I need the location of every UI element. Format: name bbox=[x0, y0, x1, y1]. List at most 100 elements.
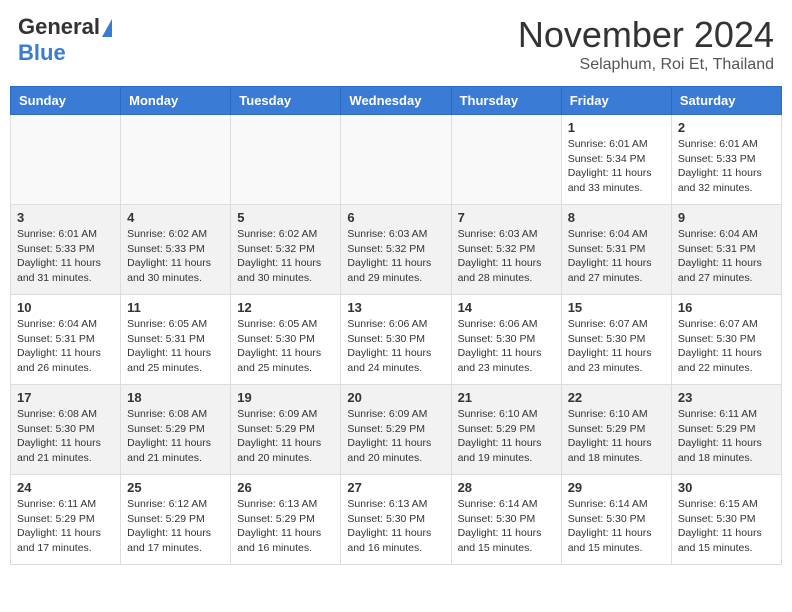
calendar-day-header: Wednesday bbox=[341, 87, 451, 115]
day-info: Sunrise: 6:01 AMSunset: 5:33 PMDaylight:… bbox=[678, 137, 775, 196]
calendar-day-cell bbox=[121, 115, 231, 205]
calendar-day-cell bbox=[451, 115, 561, 205]
day-number: 5 bbox=[237, 210, 334, 225]
day-info: Sunrise: 6:15 AMSunset: 5:30 PMDaylight:… bbox=[678, 497, 775, 556]
calendar-day-cell: 25 Sunrise: 6:12 AMSunset: 5:29 PMDayligh… bbox=[121, 475, 231, 565]
calendar-day-cell: 17 Sunrise: 6:08 AMSunset: 5:30 PMDayligh… bbox=[11, 385, 121, 475]
day-info: Sunrise: 6:05 AMSunset: 5:31 PMDaylight:… bbox=[127, 317, 224, 376]
calendar-week-row: 10 Sunrise: 6:04 AMSunset: 5:31 PMDayligh… bbox=[11, 295, 782, 385]
calendar-day-header: Tuesday bbox=[231, 87, 341, 115]
calendar-day-cell: 30 Sunrise: 6:15 AMSunset: 5:30 PMDayligh… bbox=[671, 475, 781, 565]
logo-triangle-icon bbox=[102, 19, 112, 37]
day-number: 12 bbox=[237, 300, 334, 315]
calendar-day-cell: 2 Sunrise: 6:01 AMSunset: 5:33 PMDaylight… bbox=[671, 115, 781, 205]
calendar-day-cell: 27 Sunrise: 6:13 AMSunset: 5:30 PMDayligh… bbox=[341, 475, 451, 565]
day-info: Sunrise: 6:10 AMSunset: 5:29 PMDaylight:… bbox=[568, 407, 665, 466]
calendar-week-row: 17 Sunrise: 6:08 AMSunset: 5:30 PMDayligh… bbox=[11, 385, 782, 475]
calendar-header-row: SundayMondayTuesdayWednesdayThursdayFrid… bbox=[11, 87, 782, 115]
title-section: November 2024 Selaphum, Roi Et, Thailand bbox=[518, 14, 774, 74]
day-info: Sunrise: 6:12 AMSunset: 5:29 PMDaylight:… bbox=[127, 497, 224, 556]
day-number: 7 bbox=[458, 210, 555, 225]
day-info: Sunrise: 6:02 AMSunset: 5:32 PMDaylight:… bbox=[237, 227, 334, 286]
day-info: Sunrise: 6:01 AMSunset: 5:34 PMDaylight:… bbox=[568, 137, 665, 196]
day-info: Sunrise: 6:04 AMSunset: 5:31 PMDaylight:… bbox=[568, 227, 665, 286]
day-info: Sunrise: 6:09 AMSunset: 5:29 PMDaylight:… bbox=[347, 407, 444, 466]
day-info: Sunrise: 6:13 AMSunset: 5:30 PMDaylight:… bbox=[347, 497, 444, 556]
day-info: Sunrise: 6:03 AMSunset: 5:32 PMDaylight:… bbox=[458, 227, 555, 286]
calendar-day-cell: 14 Sunrise: 6:06 AMSunset: 5:30 PMDayligh… bbox=[451, 295, 561, 385]
calendar-day-cell: 6Sunrise: 6:03 AMSunset: 5:32 PMDaylight… bbox=[341, 205, 451, 295]
day-number: 8 bbox=[568, 210, 665, 225]
day-number: 25 bbox=[127, 480, 224, 495]
calendar-day-cell: 22Sunrise: 6:10 AMSunset: 5:29 PMDayligh… bbox=[561, 385, 671, 475]
calendar-day-cell: 12 Sunrise: 6:05 AMSunset: 5:30 PMDayligh… bbox=[231, 295, 341, 385]
logo-blue-text: Blue bbox=[18, 40, 66, 66]
calendar-day-cell: 13 Sunrise: 6:06 AMSunset: 5:30 PMDayligh… bbox=[341, 295, 451, 385]
calendar-week-row: 1 Sunrise: 6:01 AMSunset: 5:34 PMDaylight… bbox=[11, 115, 782, 205]
calendar-day-cell: 7 Sunrise: 6:03 AMSunset: 5:32 PMDaylight… bbox=[451, 205, 561, 295]
calendar-week-row: 24 Sunrise: 6:11 AMSunset: 5:29 PMDayligh… bbox=[11, 475, 782, 565]
day-number: 27 bbox=[347, 480, 444, 495]
day-info: Sunrise: 6:02 AMSunset: 5:33 PMDaylight:… bbox=[127, 227, 224, 286]
calendar-day-cell: 23 Sunrise: 6:11 AMSunset: 5:29 PMDayligh… bbox=[671, 385, 781, 475]
day-number: 28 bbox=[458, 480, 555, 495]
day-info: Sunrise: 6:10 AMSunset: 5:29 PMDaylight:… bbox=[458, 407, 555, 466]
day-info: Sunrise: 6:11 AMSunset: 5:29 PMDaylight:… bbox=[17, 497, 114, 556]
day-info: Sunrise: 6:04 AMSunset: 5:31 PMDaylight:… bbox=[678, 227, 775, 286]
day-info: Sunrise: 6:14 AMSunset: 5:30 PMDaylight:… bbox=[568, 497, 665, 556]
calendar-day-header: Saturday bbox=[671, 87, 781, 115]
calendar-day-cell: 29 Sunrise: 6:14 AMSunset: 5:30 PMDayligh… bbox=[561, 475, 671, 565]
calendar-day-cell: 19 Sunrise: 6:09 AMSunset: 5:29 PMDayligh… bbox=[231, 385, 341, 475]
day-number: 16 bbox=[678, 300, 775, 315]
calendar-day-cell: 28Sunrise: 6:14 AMSunset: 5:30 PMDayligh… bbox=[451, 475, 561, 565]
calendar-day-cell: 3Sunrise: 6:01 AMSunset: 5:33 PMDaylight… bbox=[11, 205, 121, 295]
day-number: 21 bbox=[458, 390, 555, 405]
calendar-day-cell: 5 Sunrise: 6:02 AMSunset: 5:32 PMDaylight… bbox=[231, 205, 341, 295]
page-header: General Blue November 2024 Selaphum, Roi… bbox=[10, 10, 782, 78]
day-number: 1 bbox=[568, 120, 665, 135]
calendar-day-cell: 9 Sunrise: 6:04 AMSunset: 5:31 PMDaylight… bbox=[671, 205, 781, 295]
calendar-day-header: Monday bbox=[121, 87, 231, 115]
day-info: Sunrise: 6:06 AMSunset: 5:30 PMDaylight:… bbox=[347, 317, 444, 376]
calendar-day-cell: 21 Sunrise: 6:10 AMSunset: 5:29 PMDayligh… bbox=[451, 385, 561, 475]
day-number: 11 bbox=[127, 300, 224, 315]
day-number: 14 bbox=[458, 300, 555, 315]
day-info: Sunrise: 6:08 AMSunset: 5:30 PMDaylight:… bbox=[17, 407, 114, 466]
day-info: Sunrise: 6:06 AMSunset: 5:30 PMDaylight:… bbox=[458, 317, 555, 376]
day-info: Sunrise: 6:13 AMSunset: 5:29 PMDaylight:… bbox=[237, 497, 334, 556]
day-number: 9 bbox=[678, 210, 775, 225]
day-number: 23 bbox=[678, 390, 775, 405]
calendar-day-cell: 18 Sunrise: 6:08 AMSunset: 5:29 PMDayligh… bbox=[121, 385, 231, 475]
logo-general-text: General bbox=[18, 14, 100, 40]
day-number: 17 bbox=[17, 390, 114, 405]
day-number: 10 bbox=[17, 300, 114, 315]
day-number: 19 bbox=[237, 390, 334, 405]
day-number: 2 bbox=[678, 120, 775, 135]
month-title: November 2024 bbox=[518, 14, 774, 56]
day-info: Sunrise: 6:08 AMSunset: 5:29 PMDaylight:… bbox=[127, 407, 224, 466]
day-info: Sunrise: 6:07 AMSunset: 5:30 PMDaylight:… bbox=[678, 317, 775, 376]
day-number: 24 bbox=[17, 480, 114, 495]
day-info: Sunrise: 6:11 AMSunset: 5:29 PMDaylight:… bbox=[678, 407, 775, 466]
calendar-day-header: Sunday bbox=[11, 87, 121, 115]
day-number: 30 bbox=[678, 480, 775, 495]
day-info: Sunrise: 6:07 AMSunset: 5:30 PMDaylight:… bbox=[568, 317, 665, 376]
calendar-day-cell: 11 Sunrise: 6:05 AMSunset: 5:31 PMDayligh… bbox=[121, 295, 231, 385]
logo: General Blue bbox=[18, 14, 112, 66]
day-info: Sunrise: 6:09 AMSunset: 5:29 PMDaylight:… bbox=[237, 407, 334, 466]
calendar-day-cell: 10 Sunrise: 6:04 AMSunset: 5:31 PMDayligh… bbox=[11, 295, 121, 385]
calendar-day-cell: 4Sunrise: 6:02 AMSunset: 5:33 PMDaylight… bbox=[121, 205, 231, 295]
day-info: Sunrise: 6:03 AMSunset: 5:32 PMDaylight:… bbox=[347, 227, 444, 286]
location-subtitle: Selaphum, Roi Et, Thailand bbox=[518, 56, 774, 74]
day-info: Sunrise: 6:01 AMSunset: 5:33 PMDaylight:… bbox=[17, 227, 114, 286]
calendar-day-cell bbox=[231, 115, 341, 205]
calendar-day-cell bbox=[341, 115, 451, 205]
day-number: 18 bbox=[127, 390, 224, 405]
calendar-day-cell: 20Sunrise: 6:09 AMSunset: 5:29 PMDayligh… bbox=[341, 385, 451, 475]
day-number: 13 bbox=[347, 300, 444, 315]
day-info: Sunrise: 6:04 AMSunset: 5:31 PMDaylight:… bbox=[17, 317, 114, 376]
day-number: 15 bbox=[568, 300, 665, 315]
day-number: 29 bbox=[568, 480, 665, 495]
day-info: Sunrise: 6:05 AMSunset: 5:30 PMDaylight:… bbox=[237, 317, 334, 376]
day-number: 26 bbox=[237, 480, 334, 495]
